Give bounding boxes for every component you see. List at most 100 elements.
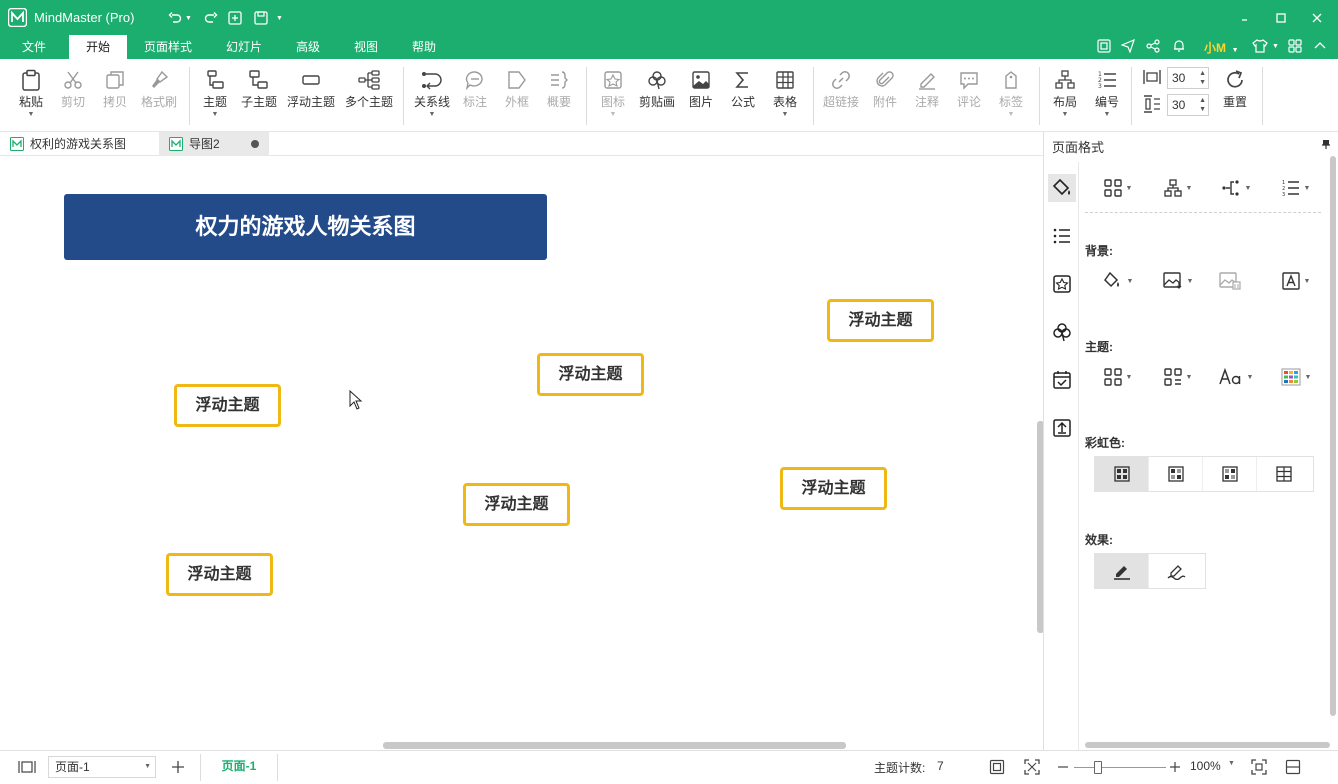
background-color-button[interactable]: ▼ <box>1096 269 1140 293</box>
effect-solid-option[interactable] <box>1095 554 1149 588</box>
notification-button[interactable] <box>1172 39 1186 55</box>
side-tab-clipart[interactable] <box>1048 318 1076 346</box>
doc-tab-relationship[interactable]: 权利的游戏关系图 <box>0 132 150 156</box>
subtopic-button[interactable]: 子主题 <box>237 67 281 127</box>
tag-dropdown-icon[interactable]: ▼ <box>989 110 1033 120</box>
skin-dropdown-icon[interactable]: ▼ <box>1272 43 1279 59</box>
rainbow-option-4[interactable] <box>1257 457 1311 491</box>
floating-topic[interactable]: 浮动主题 <box>166 553 273 596</box>
menu-home[interactable]: 开始 <box>69 35 127 59</box>
close-button[interactable] <box>1307 8 1327 28</box>
layout-dropdown-icon[interactable]: ▼ <box>1043 110 1087 120</box>
horizontal-spacing-input[interactable]: 30 ▲ ▼ <box>1167 67 1209 89</box>
numbering-dropdown-icon[interactable]: ▼ <box>1085 110 1129 120</box>
relationship-dropdown-icon[interactable]: ▼ <box>410 110 454 120</box>
floating-topic[interactable]: 浮动主题 <box>827 299 934 342</box>
side-tab-icons[interactable] <box>1048 270 1076 298</box>
paste-dropdown-icon[interactable]: ▼ <box>9 110 53 120</box>
background-image-button[interactable]: ▼ <box>1156 269 1200 293</box>
collapse-panel-button[interactable] <box>1285 759 1301 775</box>
theme-style-button[interactable]: ▼ <box>1156 365 1200 389</box>
canvas-horizontal-scrollbar[interactable] <box>0 742 1043 750</box>
menu-help[interactable]: 帮助 <box>402 35 446 59</box>
menu-view[interactable]: 视图 <box>344 35 388 59</box>
zoom-slider-track[interactable] <box>1074 767 1166 768</box>
layout-style-button[interactable]: ▼ <box>1096 176 1140 200</box>
minimize-button[interactable] <box>1235 8 1255 28</box>
watermark-button[interactable]: ▼ <box>1274 269 1318 293</box>
page-select[interactable]: 页面-1 ▼ <box>48 756 156 778</box>
main-title-topic[interactable]: 权力的游戏人物关系图 <box>64 194 547 260</box>
theme-font-button[interactable]: ▼ <box>1214 365 1258 389</box>
menu-advanced[interactable]: 高级 <box>286 35 330 59</box>
pin-panel-icon[interactable] <box>1322 139 1330 149</box>
rainbow-option-3[interactable] <box>1203 457 1257 491</box>
fit-page-button[interactable] <box>989 759 1005 775</box>
menu-slides[interactable]: 幻灯片 <box>215 35 273 59</box>
zoom-value[interactable]: 100% <box>1190 759 1221 773</box>
color-palette-icon <box>1281 368 1301 386</box>
fullscreen-view-button[interactable] <box>1024 759 1040 775</box>
rainbow-option-2[interactable] <box>1149 457 1203 491</box>
connector-style-button[interactable]: ▼ <box>1214 176 1258 200</box>
multi-topic-button[interactable]: 多个主题 <box>345 67 393 127</box>
floating-topic[interactable]: 浮动主题 <box>537 353 644 396</box>
skin-button[interactable] <box>1252 39 1268 55</box>
publish-button[interactable] <box>1121 39 1135 55</box>
side-tab-page-format[interactable] <box>1048 174 1076 202</box>
fullscreen-button[interactable] <box>1097 39 1111 55</box>
theme-color-button[interactable]: ▼ <box>1274 365 1318 389</box>
effect-handdrawn-option[interactable] <box>1149 554 1203 588</box>
topic-dropdown-icon[interactable]: ▼ <box>193 110 237 120</box>
new-button[interactable] <box>228 9 242 27</box>
page-tab-1[interactable]: 页面-1 <box>200 754 278 781</box>
theme-button[interactable]: ▼ <box>1096 365 1140 389</box>
floating-topic[interactable]: 浮动主题 <box>174 384 281 427</box>
collapse-ribbon-button[interactable] <box>1313 39 1327 55</box>
user-menu[interactable]: 小M ▼ <box>1204 39 1239 55</box>
icon-dropdown-icon[interactable]: ▼ <box>591 110 635 120</box>
floating-topic-button[interactable]: 浮动主题 <box>287 67 335 127</box>
panel-horizontal-scrollbar[interactable] <box>1085 742 1330 748</box>
side-tab-export[interactable] <box>1048 414 1076 442</box>
table-dropdown-icon[interactable]: ▼ <box>763 110 807 120</box>
minimize-icon <box>1242 19 1247 21</box>
summary-button[interactable]: 概要 <box>537 67 581 127</box>
numbering-button[interactable]: 123 编号 ▼ <box>1085 67 1129 127</box>
numbering-style-button[interactable]: 123 ▼ <box>1274 176 1318 200</box>
scrollbar-thumb[interactable] <box>383 742 846 749</box>
zoom-dropdown-icon[interactable]: ▼ <box>1228 760 1235 767</box>
zoom-in-button[interactable] <box>1168 760 1182 774</box>
table-button[interactable]: 表格 ▼ <box>763 67 807 127</box>
tag-button[interactable]: 标签 ▼ <box>989 67 1033 127</box>
page-list-toggle[interactable] <box>18 760 36 774</box>
save-button[interactable]: ▼ <box>254 9 283 27</box>
app-title: MindMaster (Pro) <box>34 10 135 25</box>
menu-file[interactable]: 文件 <box>12 35 56 59</box>
side-tab-outline[interactable] <box>1048 222 1076 250</box>
apps-button[interactable] <box>1288 39 1302 55</box>
doc-tab-map2[interactable]: 导图2 <box>159 132 269 156</box>
undo-button[interactable]: ▼ <box>168 9 192 27</box>
maximize-button[interactable] <box>1271 8 1291 28</box>
side-tab-tasks[interactable] <box>1048 366 1076 394</box>
structure-button[interactable]: ▼ <box>1156 176 1200 200</box>
fit-window-button[interactable] <box>1251 759 1267 775</box>
floating-topic[interactable]: 浮动主题 <box>780 467 887 510</box>
rainbow-option-1[interactable] <box>1095 457 1149 491</box>
panel-vertical-scrollbar[interactable] <box>1330 156 1336 716</box>
unsaved-indicator-icon[interactable] <box>251 140 259 148</box>
remove-background-image-button[interactable] <box>1208 269 1252 293</box>
reset-button[interactable]: 重置 <box>1213 67 1257 127</box>
mindmap-canvas[interactable]: 权力的游戏人物关系图 浮动主题 浮动主题 浮动主题 浮动主题 浮动主题 浮动主题 <box>2 156 1036 742</box>
floating-topic[interactable]: 浮动主题 <box>463 483 570 526</box>
share-button[interactable] <box>1146 39 1160 55</box>
add-page-button[interactable] <box>170 759 186 775</box>
zoom-slider-handle[interactable] <box>1094 761 1102 774</box>
zoom-out-button[interactable] <box>1056 760 1070 774</box>
customize-dropdown-icon[interactable]: ▼ <box>276 15 283 22</box>
redo-button[interactable] <box>204 9 218 27</box>
spinner-arrows-icon[interactable]: ▲ ▼ <box>1199 69 1206 87</box>
menu-page-style[interactable]: 页面样式 <box>136 35 200 59</box>
format-painter-button[interactable]: 格式刷 <box>137 67 181 127</box>
